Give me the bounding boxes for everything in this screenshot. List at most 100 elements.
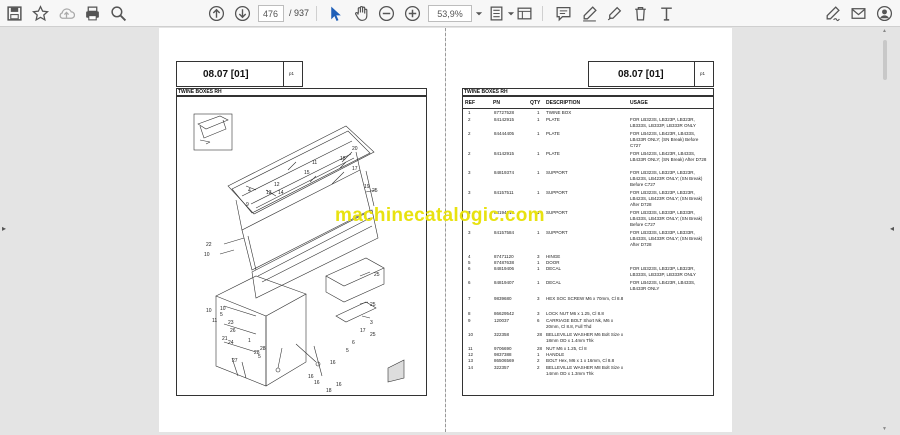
- cell-usage: FOR LB323S, LB323P, LB323R, LB333S, LB33…: [630, 117, 696, 128]
- callout-label: 24: [228, 340, 234, 346]
- cell-ref: 3: [468, 170, 471, 175]
- callout-label: 17: [360, 328, 366, 334]
- scroll-down-icon[interactable]: ▼: [882, 426, 888, 432]
- cell-usage: FOR LB323S, LB323P, LB323R, LB333S, LB33…: [630, 266, 696, 277]
- callout-label: 16: [314, 380, 320, 386]
- right-page-tag: p1: [700, 71, 706, 76]
- callout-label: 10: [204, 252, 210, 258]
- account-icon[interactable]: [874, 3, 895, 24]
- callout-label: 6: [352, 340, 355, 346]
- email-icon[interactable]: [848, 3, 869, 24]
- sign-icon[interactable]: [822, 3, 843, 24]
- callout-label: 15: [304, 170, 310, 176]
- left-page-tag: p1: [289, 71, 295, 76]
- prev-page-icon[interactable]: [206, 3, 227, 24]
- callout-label: 25: [370, 302, 376, 308]
- next-page-icon[interactable]: [232, 3, 253, 24]
- cell-ref: 1: [468, 110, 471, 115]
- cell-desc: DECAL: [546, 266, 562, 271]
- callout-label: 18: [326, 388, 332, 394]
- callout-label: 25: [374, 272, 380, 278]
- hand-tool-icon[interactable]: [351, 3, 372, 24]
- callout-label: 22: [206, 242, 212, 248]
- zoom-level-field[interactable]: 53,9%: [428, 5, 472, 22]
- cell-ref: 4: [468, 254, 471, 259]
- right-panel-toggle-icon[interactable]: ◂: [890, 224, 894, 233]
- callout-label: 1: [248, 338, 251, 344]
- callout-label: 4: [248, 188, 251, 194]
- cell-desc: SUPPORT: [546, 210, 568, 215]
- callout-label: 27: [232, 358, 238, 364]
- callout-label: 10: [206, 308, 212, 314]
- cell-pn: 84819407: [494, 280, 515, 285]
- cell-pn: 84142915: [494, 117, 515, 122]
- cell-usage: FOR LB333S, LB333P, LB333R, LB433S, LB43…: [630, 210, 703, 227]
- right-page: 08.07 [01] p1 TWINE BOXES RH REF PN QTY …: [446, 28, 732, 432]
- print-icon[interactable]: [82, 3, 103, 24]
- cell-usage: FOR LB423S, LB423R, LB433S, LB433R ONLY;…: [630, 151, 707, 162]
- callout-label: 9: [246, 202, 249, 208]
- cell-ref: 9: [468, 318, 471, 323]
- cell-usage: FOR LB323S, LB323P, LB323R, LB423S, LB42…: [630, 190, 703, 207]
- left-page-title: 08.07 [01]: [203, 69, 249, 80]
- cell-desc: BELLEVILLE WASHER M6 Bolt Size x 18mm OD…: [546, 332, 624, 343]
- cell-ref: 5: [468, 260, 471, 265]
- callout-label: 28: [260, 346, 266, 352]
- toolbar: 476 / 937 53,9%: [0, 0, 900, 27]
- cell-pn: 87727528: [494, 110, 515, 115]
- callout-label: 25: [372, 188, 378, 194]
- zoom-level-value: 53,9%: [437, 8, 463, 19]
- cell-pn: 87487638: [494, 260, 515, 265]
- zoom-dropdown-icon[interactable]: [474, 3, 484, 24]
- page-number-input[interactable]: 476: [258, 5, 284, 22]
- callout-label: 5: [220, 312, 223, 318]
- scrollbar-thumb[interactable]: [883, 40, 887, 80]
- cell-ref: 2: [468, 151, 471, 156]
- cloud-upload-icon[interactable]: [56, 3, 77, 24]
- cell-ref: 6: [468, 280, 471, 285]
- bookmark-star-icon[interactable]: [30, 3, 51, 24]
- cell-ref: 3: [468, 190, 471, 195]
- col-header-ref: REF: [465, 100, 475, 106]
- cell-pn: 120037: [494, 318, 510, 323]
- toolbar-divider: [542, 6, 543, 21]
- select-cursor-icon[interactable]: [325, 3, 346, 24]
- cell-desc: DECAL: [546, 280, 562, 285]
- edit-text-icon[interactable]: [656, 3, 677, 24]
- cell-pn: 9839680: [494, 296, 512, 301]
- comment-icon[interactable]: [553, 3, 574, 24]
- cell-ref: 7: [468, 296, 471, 301]
- cell-desc: BELLEVILLE WASHER M8 Bolt Size x 14mm OD…: [546, 365, 624, 376]
- cell-pn: 86506569: [494, 358, 515, 363]
- callout-label: 5: [346, 348, 349, 354]
- exploded-parts-diagram: 2018171115121349141922101052326285241011…: [193, 113, 405, 394]
- callout-label: 26: [230, 328, 236, 334]
- fit-page-icon[interactable]: [486, 3, 507, 24]
- callout-label: 19: [364, 184, 370, 190]
- callout-label: 3: [370, 320, 373, 326]
- zoom-in-icon[interactable]: [402, 3, 423, 24]
- cell-desc: SUPPORT: [546, 190, 568, 195]
- col-header-qty: QTY: [530, 100, 541, 106]
- cell-ref: 8: [468, 311, 471, 316]
- cell-pn: 84142915: [494, 151, 515, 156]
- delete-icon[interactable]: [630, 3, 651, 24]
- col-header-usage: USAGE: [630, 100, 648, 106]
- zoom-out-icon[interactable]: [376, 3, 397, 24]
- left-panel-toggle-icon[interactable]: ▸: [2, 224, 6, 233]
- draw-icon[interactable]: [604, 3, 625, 24]
- cell-pn: 9706690: [494, 346, 512, 351]
- cell-usage: FOR LB333S, LB333P, LB333R, LB433S, LB43…: [630, 230, 703, 247]
- cell-ref: 3: [468, 230, 471, 235]
- highlight-pen-icon[interactable]: [579, 3, 600, 24]
- cell-desc: HINGE: [546, 254, 561, 259]
- scroll-mode-icon[interactable]: [514, 3, 535, 24]
- toolbar-divider: [316, 6, 317, 21]
- left-section-title: TWINE BOXES RH: [178, 89, 222, 95]
- save-icon[interactable]: [4, 3, 25, 24]
- vertical-scrollbar[interactable]: ▲ ▼: [882, 28, 888, 432]
- zoom-search-icon[interactable]: [108, 3, 129, 24]
- scroll-up-icon[interactable]: ▲: [882, 28, 888, 34]
- callout-label: 12: [274, 182, 280, 188]
- right-page-title: 08.07 [01]: [618, 69, 664, 80]
